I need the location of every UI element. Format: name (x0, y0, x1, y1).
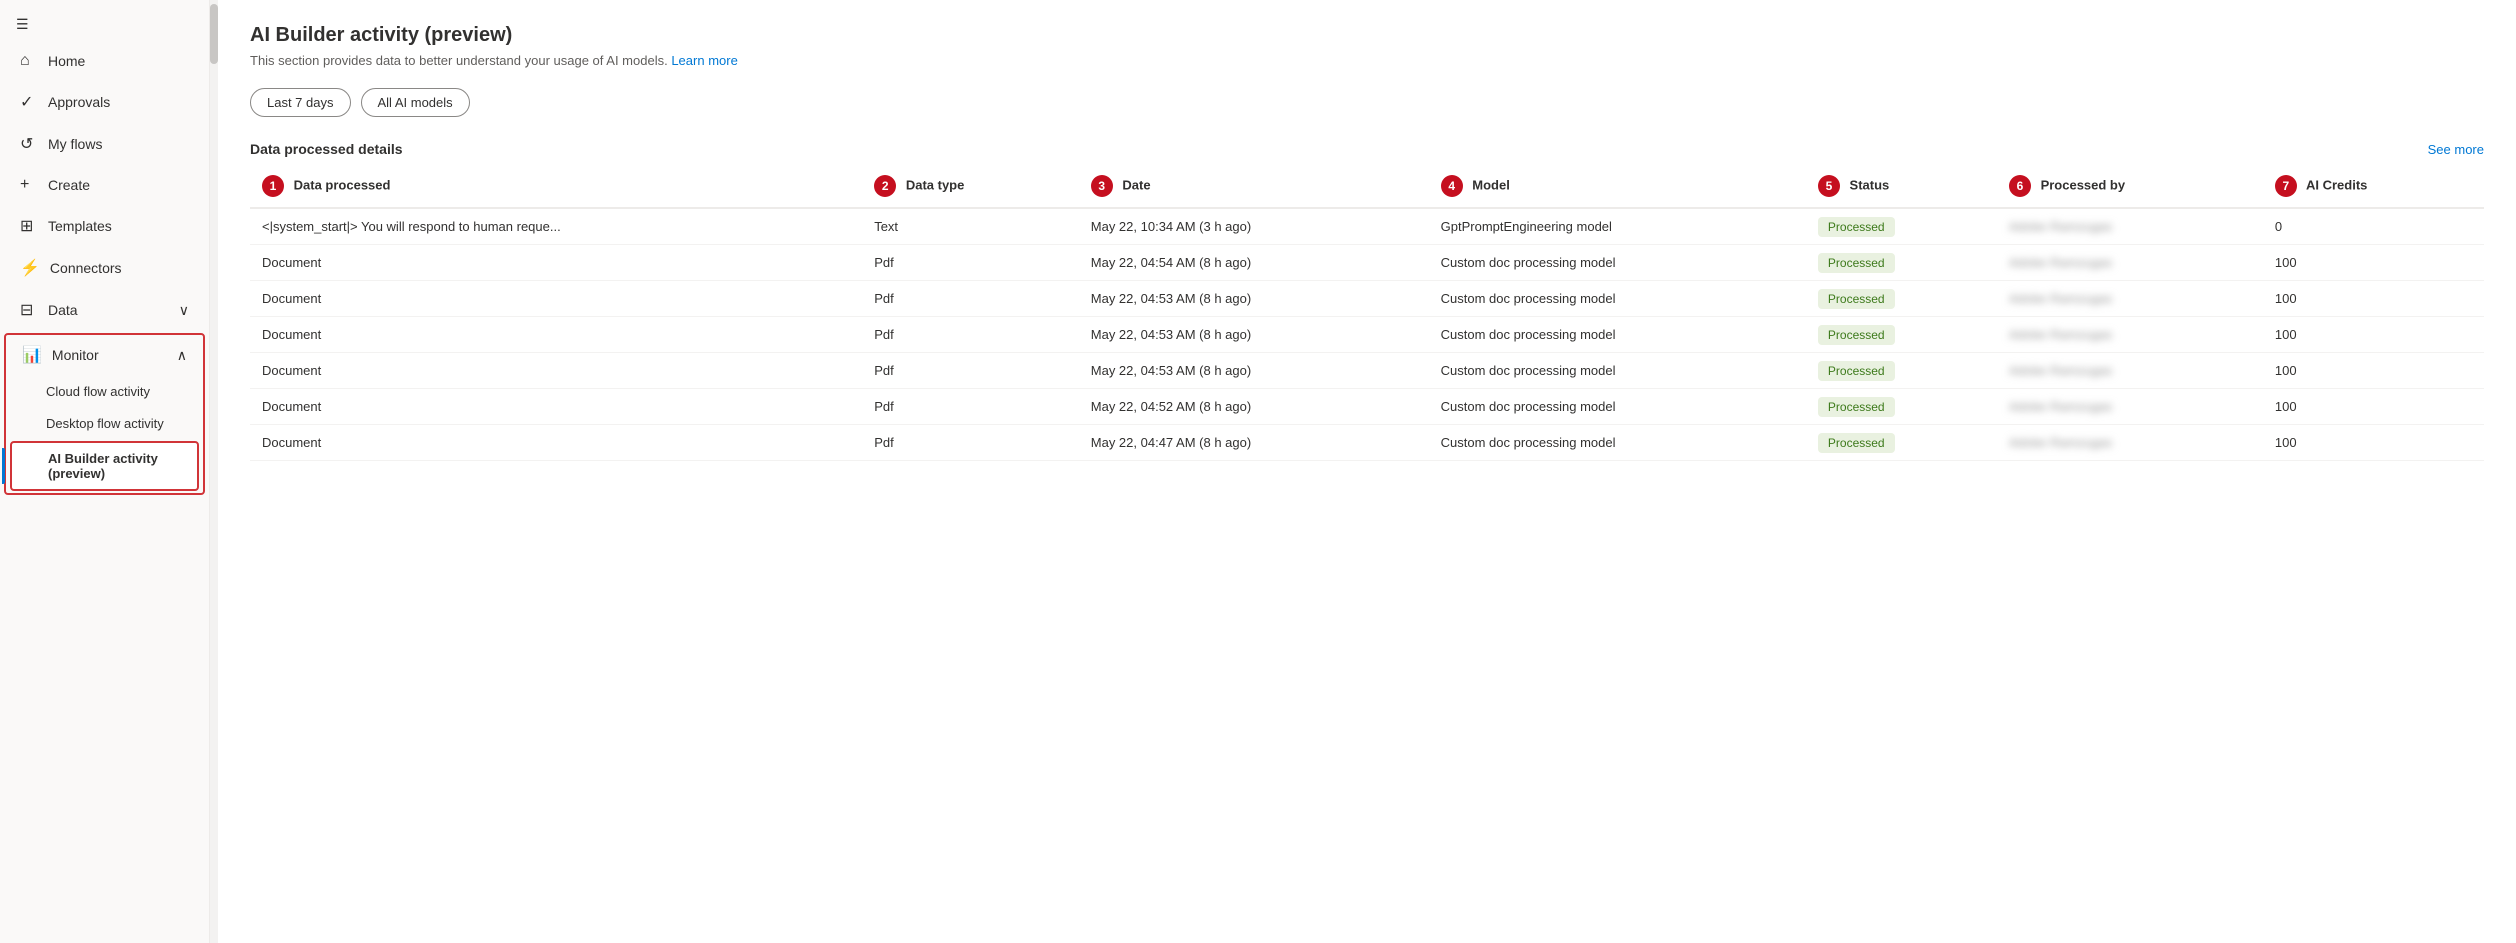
status-badge: Processed (1818, 397, 1895, 417)
col-num-1: 1 (262, 175, 284, 197)
col-header-data-processed: 1 Data processed (250, 165, 862, 208)
data-chevron-icon: ∨ (179, 302, 189, 319)
sidebar-item-my-flows[interactable]: ↺ My flows (4, 124, 205, 164)
col-num-4: 4 (1441, 175, 1463, 197)
sidebar-sub-ai-builder[interactable]: AI Builder activity (preview) (10, 441, 199, 491)
status-badge: Processed (1818, 361, 1895, 381)
sidebar-item-label: Connectors (50, 260, 122, 276)
col-num-5: 5 (1818, 175, 1840, 197)
sidebar-item-label: Create (48, 177, 90, 193)
hamburger-icon: ☰ (16, 16, 29, 32)
col-header-date: 3 Date (1079, 165, 1429, 208)
table-row: DocumentPdfMay 22, 04:53 AM (8 h ago)Cus… (250, 317, 2484, 353)
col-num-2: 2 (874, 175, 896, 197)
sidebar: ☰ ⌂ Home ✓ Approvals ↺ My flows + Create… (0, 0, 210, 943)
connectors-icon: ⚡ (20, 258, 40, 278)
section-header: Data processed details See more (250, 141, 2484, 157)
col-header-status: 5 Status (1806, 165, 1997, 208)
flows-icon: ↺ (20, 134, 38, 154)
sidebar-item-label: My flows (48, 136, 102, 152)
page-title: AI Builder activity (preview) (250, 24, 2484, 47)
learn-more-link[interactable]: Learn more (671, 53, 737, 68)
filter-all-ai-models[interactable]: All AI models (361, 88, 470, 117)
hamburger-menu[interactable]: ☰ (0, 0, 209, 41)
table-row: DocumentPdfMay 22, 04:52 AM (8 h ago)Cus… (250, 389, 2484, 425)
filter-last-7-days[interactable]: Last 7 days (250, 88, 351, 117)
data-table: 1 Data processed 2 Data type 3 Date 4 Mo… (250, 165, 2484, 461)
monitor-icon: 📊 (22, 345, 42, 365)
table-row: DocumentPdfMay 22, 04:54 AM (8 h ago)Cus… (250, 245, 2484, 281)
data-icon: ⊟ (20, 300, 38, 320)
create-icon: + (20, 176, 38, 194)
section-title: Data processed details (250, 141, 403, 157)
sidebar-item-data[interactable]: ⊟ Data ∨ (4, 290, 205, 330)
col-num-6: 6 (2009, 175, 2031, 197)
sidebar-item-monitor[interactable]: 📊 Monitor ∧ (6, 335, 203, 375)
status-badge: Processed (1818, 217, 1895, 237)
filter-row: Last 7 days All AI models (250, 88, 2484, 117)
status-badge: Processed (1818, 253, 1895, 273)
sidebar-item-approvals[interactable]: ✓ Approvals (4, 82, 205, 122)
col-num-7: 7 (2275, 175, 2297, 197)
monitor-chevron-icon: ∧ (177, 347, 187, 364)
table-header-row: 1 Data processed 2 Data type 3 Date 4 Mo… (250, 165, 2484, 208)
table-row: DocumentPdfMay 22, 04:53 AM (8 h ago)Cus… (250, 353, 2484, 389)
main-content: AI Builder activity (preview) This secti… (218, 0, 2516, 943)
sidebar-item-label: Home (48, 53, 85, 69)
col-header-processed-by: 6 Processed by (1997, 165, 2263, 208)
table-row: <|system_start|> You will respond to hum… (250, 208, 2484, 245)
sidebar-item-label: Monitor (52, 347, 99, 363)
sidebar-item-connectors[interactable]: ⚡ Connectors (4, 248, 205, 288)
sidebar-item-label: Data (48, 302, 78, 318)
page-subtitle: This section provides data to better und… (250, 53, 2484, 68)
scrollbar-thumb[interactable] (210, 4, 218, 64)
status-badge: Processed (1818, 289, 1895, 309)
scrollbar-track[interactable] (210, 0, 218, 943)
sidebar-item-templates[interactable]: ⊞ Templates (4, 206, 205, 246)
sidebar-item-label: Approvals (48, 94, 110, 110)
sidebar-item-label: Templates (48, 218, 112, 234)
sidebar-item-home[interactable]: ⌂ Home (4, 42, 205, 80)
col-header-ai-credits: 7 AI Credits (2263, 165, 2484, 208)
status-badge: Processed (1818, 433, 1895, 453)
status-badge: Processed (1818, 325, 1895, 345)
templates-icon: ⊞ (20, 216, 38, 236)
table-row: DocumentPdfMay 22, 04:47 AM (8 h ago)Cus… (250, 425, 2484, 461)
col-num-3: 3 (1091, 175, 1113, 197)
see-more-link[interactable]: See more (2428, 142, 2484, 157)
table-row: DocumentPdfMay 22, 04:53 AM (8 h ago)Cus… (250, 281, 2484, 317)
sidebar-sub-desktop-flow[interactable]: Desktop flow activity (10, 408, 199, 439)
home-icon: ⌂ (20, 52, 38, 70)
col-header-model: 4 Model (1429, 165, 1806, 208)
sidebar-item-create[interactable]: + Create (4, 166, 205, 204)
sidebar-sub-cloud-flow[interactable]: Cloud flow activity (10, 376, 199, 407)
approvals-icon: ✓ (20, 92, 38, 112)
col-header-data-type: 2 Data type (862, 165, 1079, 208)
